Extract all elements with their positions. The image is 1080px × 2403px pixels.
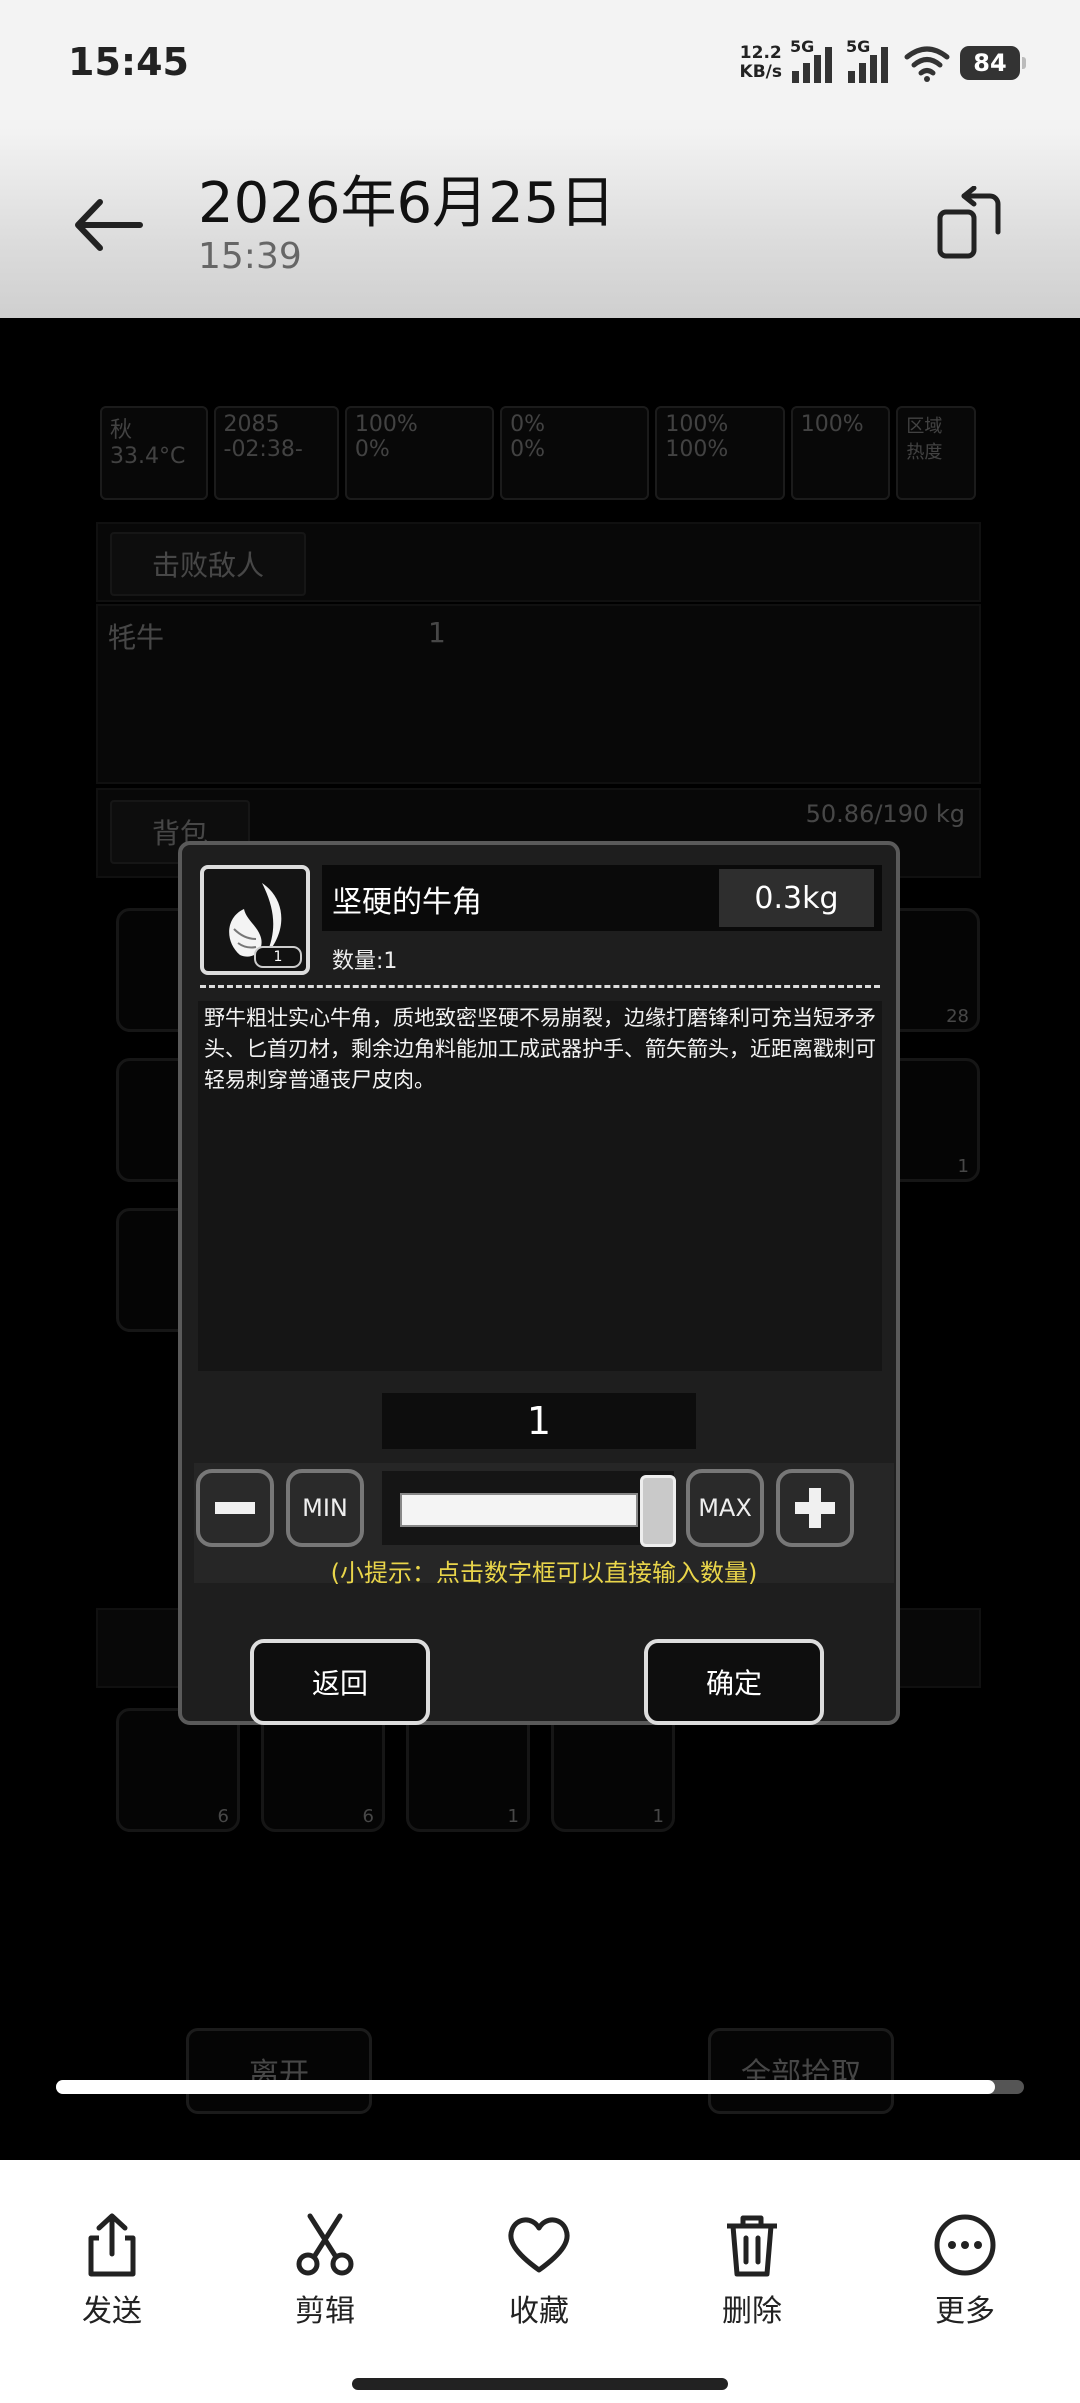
scissors-icon <box>296 2213 354 2276</box>
delete-button[interactable]: 删除 <box>692 2210 812 2330</box>
slot-count: 6 <box>362 1806 374 1827</box>
edit-button[interactable]: 剪辑 <box>265 2210 385 2330</box>
more-label: 更多 <box>935 2294 995 2329</box>
slider-thumb[interactable] <box>640 1475 676 1547</box>
hud-stat: 100% <box>354 412 418 437</box>
quantity-slider[interactable] <box>382 1471 676 1547</box>
quantity-controls: MIN MAX (小提示：点击数字框可以直接输入数量) <box>194 1463 894 1587</box>
net-speed-value: 12.2 <box>739 43 782 63</box>
item-icon-frame: 1 <box>200 865 310 975</box>
item-icon-count: 1 <box>254 946 302 968</box>
slot-count: 1 <box>652 1806 664 1827</box>
more-icon <box>934 2214 996 2276</box>
decrease-button[interactable] <box>196 1469 274 1547</box>
quantity-hint: (小提示：点击数字框可以直接输入数量) <box>330 1559 758 1587</box>
hud-stat: 100% <box>800 412 864 437</box>
net-speed: 12.2 KB/s <box>740 44 782 82</box>
wifi-icon <box>904 46 950 82</box>
minus-icon <box>215 1502 255 1514</box>
media-date: 2026年6月25日 <box>198 171 616 236</box>
rotate-screen-icon[interactable] <box>934 186 1010 262</box>
hud-clock: 2085 -02:38- <box>213 406 339 500</box>
loot-slot: 1 <box>551 1708 675 1832</box>
send-button[interactable]: 发送 <box>52 2210 172 2330</box>
hud-health: 100% 0% <box>344 406 495 500</box>
item-description: 野牛粗壮实心牛角，质地致密坚硬不易崩裂，边缘打磨锋利可充当短矛矛头、匕首刃材，剩… <box>198 1001 882 1371</box>
enemy-name: 牦牛 <box>108 621 165 654</box>
viewer-header: 2026年6月25日 15:39 <box>0 128 1080 318</box>
defeat-tab: 击败敌人 <box>110 532 307 596</box>
trash-icon <box>727 2215 777 2277</box>
favorite-button[interactable]: 收藏 <box>479 2210 599 2330</box>
signal-icon: 5G <box>846 37 894 83</box>
hud-stamina: 100% <box>790 406 891 500</box>
game-hud: 秋 33.4°C 2085 -02:38- 100% 0% 0% 0% 100%… <box>100 406 976 500</box>
item-detail-dialog: 1 坚硬的牛角 0.3kg 数量:1 野牛粗壮实心牛角，质地致密坚硬不易崩裂，边… <box>178 841 900 1725</box>
hud-season: 秋 33.4°C <box>100 406 208 500</box>
slot-count: 1 <box>507 1806 519 1827</box>
share-icon <box>88 2213 136 2277</box>
enemy-count: 1 <box>428 616 446 649</box>
hud-temperature: 33.4°C <box>110 444 186 469</box>
battery-indicator: 84 <box>960 46 1026 80</box>
edit-label: 剪辑 <box>295 2294 355 2329</box>
hud-stat: 0% <box>354 437 390 462</box>
bottom-toolbar: 发送 剪辑 收藏 删除 更多 <box>0 2160 1080 2403</box>
enemy-list: 牦牛 1 <box>96 604 981 784</box>
max-button[interactable]: MAX <box>686 1469 764 1547</box>
hud-stat: 100% <box>665 437 729 462</box>
back-arrow-icon[interactable] <box>68 190 148 260</box>
defeat-panel: 击败敌人 <box>96 522 981 602</box>
confirm-button[interactable]: 确定 <box>644 1639 824 1725</box>
increase-button[interactable] <box>776 1469 854 1547</box>
delete-label: 删除 <box>722 2294 782 2329</box>
status-icons: 12.2 KB/s 5G 5G 84 <box>740 37 1026 88</box>
hud-mood: 100% 100% <box>655 406 785 500</box>
send-label: 发送 <box>82 2294 142 2329</box>
video-progress-bar[interactable] <box>56 2080 1024 2094</box>
hud-time: -02:38- <box>223 437 303 462</box>
hud-stat: 0% <box>510 412 546 437</box>
hud-stat: 100% <box>665 412 729 437</box>
signal-type-label: 5G <box>790 37 815 56</box>
video-frame[interactable]: 秋 33.4°C 2085 -02:38- 100% 0% 0% 0% 100%… <box>0 318 1080 2160</box>
item-name: 坚硬的牛角 <box>332 885 482 920</box>
item-name-bar: 坚硬的牛角 0.3kg <box>322 865 882 931</box>
divider <box>200 985 880 988</box>
video-progress-fill <box>56 2080 995 2094</box>
item-quantity-label: 数量:1 <box>332 949 398 974</box>
loot-slot: 6 <box>116 1708 240 1832</box>
slider-track <box>400 1493 638 1527</box>
signal-type-label: 5G <box>846 37 871 56</box>
status-time: 15:45 <box>68 40 189 84</box>
hud-hunger: 0% 0% <box>500 406 650 500</box>
status-bar: 15:45 12.2 KB/s 5G 5G 84 <box>0 0 1080 128</box>
slot-count: 6 <box>217 1806 229 1827</box>
loot-slot: 1 <box>406 1708 530 1832</box>
bag-weight: 50.86/190 kg <box>805 800 965 828</box>
item-weight: 0.3kg <box>719 869 874 927</box>
favorite-label: 收藏 <box>509 2294 569 2329</box>
hud-area-heat: 区域 热度 <box>896 406 976 500</box>
leave-button: 离开 <box>186 2028 372 2114</box>
min-button[interactable]: MIN <box>286 1469 364 1547</box>
slot-count: 28 <box>946 1006 969 1027</box>
more-button[interactable]: 更多 <box>905 2210 1025 2330</box>
quantity-input[interactable]: 1 <box>382 1393 696 1449</box>
signal-icon: 5G <box>790 37 838 83</box>
plus-icon <box>795 1488 835 1528</box>
loot-slot: 6 <box>261 1708 385 1832</box>
net-speed-unit: KB/s <box>739 62 782 82</box>
home-indicator <box>352 2378 728 2390</box>
media-time: 15:39 <box>198 236 302 277</box>
back-button[interactable]: 返回 <box>250 1639 430 1725</box>
take-all-button: 全部拾取 <box>708 2028 894 2114</box>
heart-icon <box>508 2217 570 2273</box>
hud-season-text: 秋 <box>110 418 133 443</box>
hud-stat: 0% <box>510 437 546 462</box>
hud-day: 2085 <box>223 412 280 437</box>
slot-count: 1 <box>957 1156 969 1177</box>
